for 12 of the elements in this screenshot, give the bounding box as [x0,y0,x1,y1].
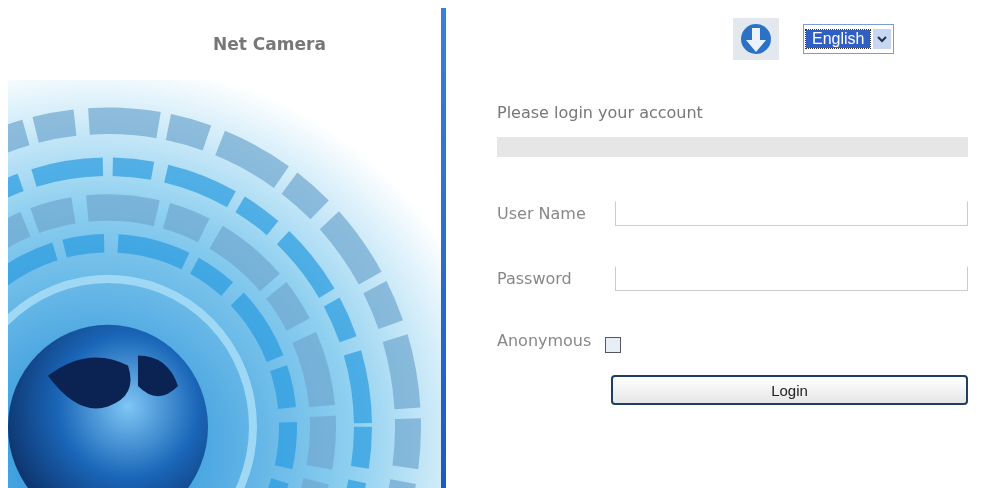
globe-download-icon[interactable] [733,18,779,60]
anonymous-label: Anonymous [497,330,592,350]
username-field[interactable] [615,201,968,226]
field-label: User Name [497,204,587,223]
brand-title: Net Camera [212,33,327,56]
login-prompt: Please login your account [497,103,704,122]
password-field[interactable] [615,266,968,291]
field-label: Password [497,269,573,288]
language-select[interactable]: English [803,24,895,54]
caret-icon [873,29,892,49]
anonymous-checkbox[interactable] [605,337,622,353]
login-button[interactable]: Login [611,375,968,405]
